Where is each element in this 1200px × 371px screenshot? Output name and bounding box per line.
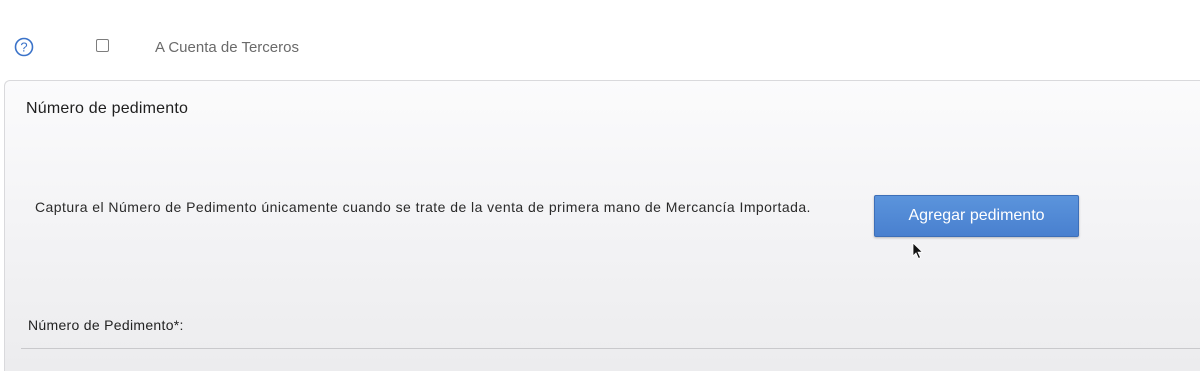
terceros-checkbox[interactable] [96,39,109,52]
mouse-pointer-icon [912,242,924,260]
field-divider [21,348,1200,349]
question-circle-icon[interactable]: ? [14,37,34,57]
top-row: ? A Cuenta de Terceros [0,0,1200,80]
pedimento-field-label: Número de Pedimento*: [28,317,184,333]
pedimento-panel: Número de pedimento Captura el Número de… [4,80,1200,371]
panel-title: Número de pedimento [26,100,189,117]
pedimento-description: Captura el Número de Pedimento únicament… [35,199,811,215]
add-pedimento-button[interactable]: Agregar pedimento [874,195,1079,237]
svg-text:?: ? [20,40,27,55]
terceros-checkbox-label: A Cuenta de Terceros [155,39,299,56]
